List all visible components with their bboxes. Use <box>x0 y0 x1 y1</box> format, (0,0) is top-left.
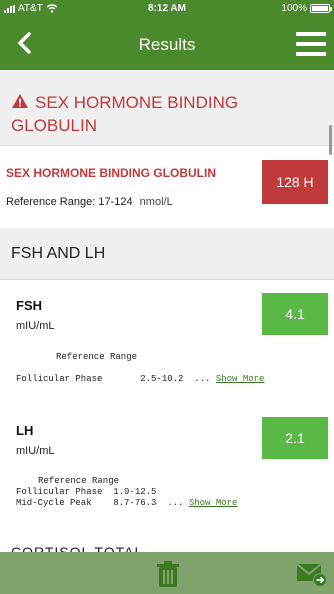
ref-text-lh: Mid-Cycle Peak 8.7-76.3 ... <box>16 498 189 508</box>
alert-title-text: SEX HORMONE BINDING GLOBULIN <box>11 93 239 135</box>
ref-line-fsh: Follicular Phase 2.5-10.2 ... Show More <box>16 374 264 384</box>
ref-line1-lh: Follicular Phase 1.9-12.5 <box>16 487 157 497</box>
ref-text-fsh: Follicular Phase 2.5-10.2 ... <box>16 374 216 384</box>
scrollbar[interactable] <box>329 125 332 155</box>
battery-percent: 100% <box>281 3 307 14</box>
bottom-toolbar <box>0 552 334 594</box>
section-title-next: CORTISOL TOTAL <box>11 544 144 552</box>
result-value-badge-fsh: 4.1 <box>262 293 328 335</box>
show-more-link-fsh[interactable]: Show More <box>216 374 265 384</box>
result-value-badge-lh: 2.1 <box>262 417 328 459</box>
battery-icon <box>310 4 332 13</box>
results-content[interactable]: SEX HORMONE BINDING GLOBULIN SEX HORMONE… <box>0 70 334 552</box>
ref-unit: nmol/L <box>139 196 173 208</box>
section-title: FSH AND LH <box>11 245 106 262</box>
ref-label: Reference Range: <box>6 196 96 208</box>
alert-banner: SEX HORMONE BINDING GLOBULIN <box>0 70 334 146</box>
ref-line2-lh: Mid-Cycle Peak 8.7-76.3 ... Show More <box>16 498 237 508</box>
test-name-lh: LH <box>16 423 34 438</box>
trash-icon[interactable] <box>156 560 180 588</box>
battery-group: 100% <box>281 3 332 14</box>
ref-range: 17-124 <box>98 196 133 208</box>
ref-header-fsh: Reference Range <box>56 352 138 362</box>
reference-range: Reference Range: 17-124 nmol/L <box>6 196 173 208</box>
warning-icon <box>12 94 28 108</box>
hamburger-icon[interactable] <box>296 32 326 56</box>
test-unit-fsh: mIU/mL <box>16 320 55 332</box>
result-value-badge: 128 H <box>262 160 328 204</box>
test-unit-lh: mIU/mL <box>16 445 55 457</box>
status-bar: AT&T 8:12 AM 100% <box>0 0 334 18</box>
nav-bar: Results <box>0 18 334 70</box>
section-header: FSH AND LH <box>0 228 334 280</box>
alert-title: SEX HORMONE BINDING GLOBULIN <box>11 91 311 137</box>
mail-forward-icon[interactable] <box>296 561 328 587</box>
test-name-fsh: FSH <box>16 298 42 313</box>
show-more-link-lh[interactable]: Show More <box>189 498 238 508</box>
test-name: SEX HORMONE BINDING GLOBULIN <box>6 166 217 180</box>
page-title: Results <box>138 35 196 54</box>
ref-header-lh: Reference Range <box>38 476 120 486</box>
